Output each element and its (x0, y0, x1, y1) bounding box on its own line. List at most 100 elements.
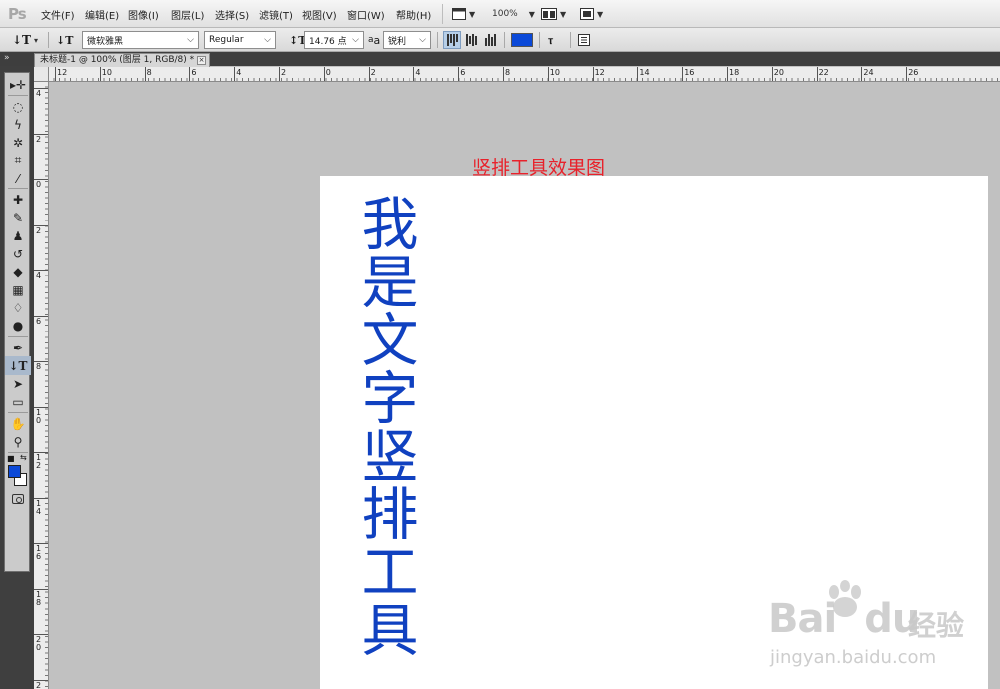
toolbox-separator (8, 336, 28, 337)
ruler-major-tick (816, 67, 818, 81)
dodge-tool-icon[interactable]: ● (5, 316, 31, 335)
menu-bar: Ps 文件(F) 编辑(E) 图像(I) 图层(L) 选择(S) 滤镜(T) 视… (0, 0, 1000, 28)
eraser-tool-icon[interactable]: ◆ (5, 262, 31, 281)
menu-layer[interactable]: 图层(L) (171, 7, 204, 22)
chevron-down-icon: ⌵ (187, 35, 194, 45)
ruler-label: 6 (36, 316, 42, 326)
collapse-toolbox-icon[interactable]: » (4, 53, 10, 63)
font-size-dropdown[interactable]: 14.76 点 ⌵ (304, 31, 364, 49)
ruler-label: 12 (36, 453, 42, 470)
quick-selection-tool-icon[interactable]: ✲ (5, 133, 31, 152)
ruler-label: 20 (773, 68, 784, 77)
menu-file[interactable]: 文件(F) (41, 7, 75, 22)
font-size-value: 14.76 点 (309, 36, 347, 47)
menu-edit[interactable]: 编辑(E) (85, 7, 119, 22)
path-selection-tool-icon[interactable]: ➤ (5, 374, 31, 393)
tool-preset-picker[interactable]: ↓T ▾ (12, 31, 38, 49)
menu-image[interactable]: 图像(I) (128, 7, 159, 22)
ruler-major-tick (144, 67, 146, 81)
vertical-ruler[interactable]: 420246810121416182022 (34, 82, 49, 689)
healing-brush-tool-icon[interactable]: ✚ (5, 190, 31, 209)
character-panel-button[interactable] (578, 31, 590, 49)
hand-tool-icon[interactable]: ✋ (5, 414, 31, 433)
ruler-label: 14 (639, 68, 650, 77)
marquee-tool-icon[interactable]: ◌ (5, 97, 31, 116)
ruler-major-tick (682, 67, 684, 81)
default-colors-icon[interactable]: ■ (7, 454, 15, 463)
align-bottom-button[interactable] (481, 31, 499, 49)
zoom-level-dropdown[interactable]: 100% ▼ (492, 4, 535, 24)
document-tab[interactable]: 未标题-1 @ 100% (图层 1, RGB/8) * × (34, 53, 210, 67)
ruler-label: 2 (36, 225, 42, 235)
options-separator (48, 32, 49, 48)
menu-help[interactable]: 帮助(H) (396, 7, 431, 22)
vertical-type-icon: ↓T (12, 33, 31, 47)
warp-text-icon: ⲧ (548, 32, 554, 47)
font-style-dropdown[interactable]: Regular ⌵ (204, 31, 276, 49)
ruler-label: 10 (36, 407, 42, 425)
ruler-label: 8 (505, 68, 511, 77)
type-tool-icon[interactable]: ↓T (5, 356, 31, 375)
toolbox-separator (8, 188, 28, 189)
gradient-tool-icon[interactable]: ▦ (5, 280, 31, 299)
antialias-dropdown[interactable]: 锐利 ⌵ (383, 31, 431, 49)
ruler-label: 10 (549, 68, 560, 77)
brush-tool-icon[interactable]: ✎ (5, 208, 31, 227)
swap-colors-icon[interactable]: ⇆ (20, 453, 27, 462)
ruler-label: 6 (191, 68, 197, 77)
font-family-dropdown[interactable]: 微软雅黑 ⌵ (82, 31, 199, 49)
eyedropper-tool-icon[interactable]: ⁄ (5, 169, 31, 188)
menu-view[interactable]: 视图(V) (302, 7, 337, 22)
shape-tool-icon[interactable]: ▭ (5, 392, 31, 411)
app-logo: Ps (8, 5, 27, 23)
toggle-text-orientation-button[interactable]: ↓T (56, 31, 73, 49)
align-bottom-icon (484, 34, 496, 46)
move-tool-icon[interactable]: ▸✛ (5, 75, 31, 94)
options-separator (570, 32, 571, 48)
chevron-down-icon: ⌵ (352, 35, 359, 45)
menu-filter[interactable]: 滤镜(T) (259, 7, 293, 22)
align-center-button[interactable] (462, 31, 480, 49)
menu-window[interactable]: 窗口(W) (347, 7, 385, 22)
text-color-swatch[interactable] (511, 31, 533, 49)
ruler-label: 20 (36, 635, 42, 652)
blur-tool-icon[interactable]: ♢ (5, 298, 31, 317)
pen-tool-icon[interactable]: ✒ (5, 338, 31, 357)
ruler-label: 22 (818, 68, 829, 77)
arrange-documents-button[interactable]: ▼ (541, 4, 566, 24)
ruler-major-tick (368, 67, 370, 81)
ruler-label: 2 (370, 68, 376, 77)
ruler-major-tick (637, 67, 639, 81)
ruler-origin[interactable] (34, 67, 49, 82)
ruler-label: 14 (36, 498, 42, 516)
chevron-down-icon: ▼ (528, 9, 535, 19)
close-icon[interactable]: × (197, 56, 206, 65)
history-brush-tool-icon[interactable]: ↺ (5, 244, 31, 263)
toolbox-separator (8, 95, 28, 96)
align-center-icon (465, 34, 477, 46)
ruler-label: 18 (36, 589, 42, 607)
crop-tool-icon[interactable]: ⌗ (5, 151, 31, 170)
vertical-text-layer[interactable]: 我是文字竖排工具 (358, 196, 422, 660)
clone-stamp-tool-icon[interactable]: ♟ (5, 226, 31, 245)
ruler-major-tick (279, 67, 280, 81)
watermark-jingyan: 经验 (908, 609, 965, 642)
warp-text-button[interactable]: ⲧ (548, 31, 553, 49)
ruler-major-tick (458, 67, 460, 81)
quick-mask-icon[interactable] (12, 494, 24, 504)
horizontal-ruler[interactable]: 12 10 8 6 4 2 0 2 4 6 8 10 12 14 16 18 20 22 24 26 (49, 67, 1000, 82)
chevron-down-icon: ⌵ (419, 35, 426, 45)
bridge-icon (452, 8, 466, 20)
chevron-down-icon: ▼ (469, 9, 476, 19)
lasso-tool-icon[interactable]: ϟ (5, 115, 31, 134)
ruler-label: 8 (36, 362, 42, 371)
bridge-button[interactable]: ▼ (452, 4, 475, 24)
ruler-label: 2 (36, 134, 42, 144)
ruler-label: 0 (325, 68, 331, 77)
foreground-color-swatch[interactable] (8, 465, 21, 478)
watermark-url: jingyan.baidu.com (770, 647, 937, 668)
menu-select[interactable]: 选择(S) (215, 7, 249, 22)
zoom-tool-icon[interactable]: ⚲ (5, 432, 31, 451)
screen-mode-button[interactable]: ▼ (580, 4, 603, 24)
align-top-button[interactable] (443, 31, 461, 49)
